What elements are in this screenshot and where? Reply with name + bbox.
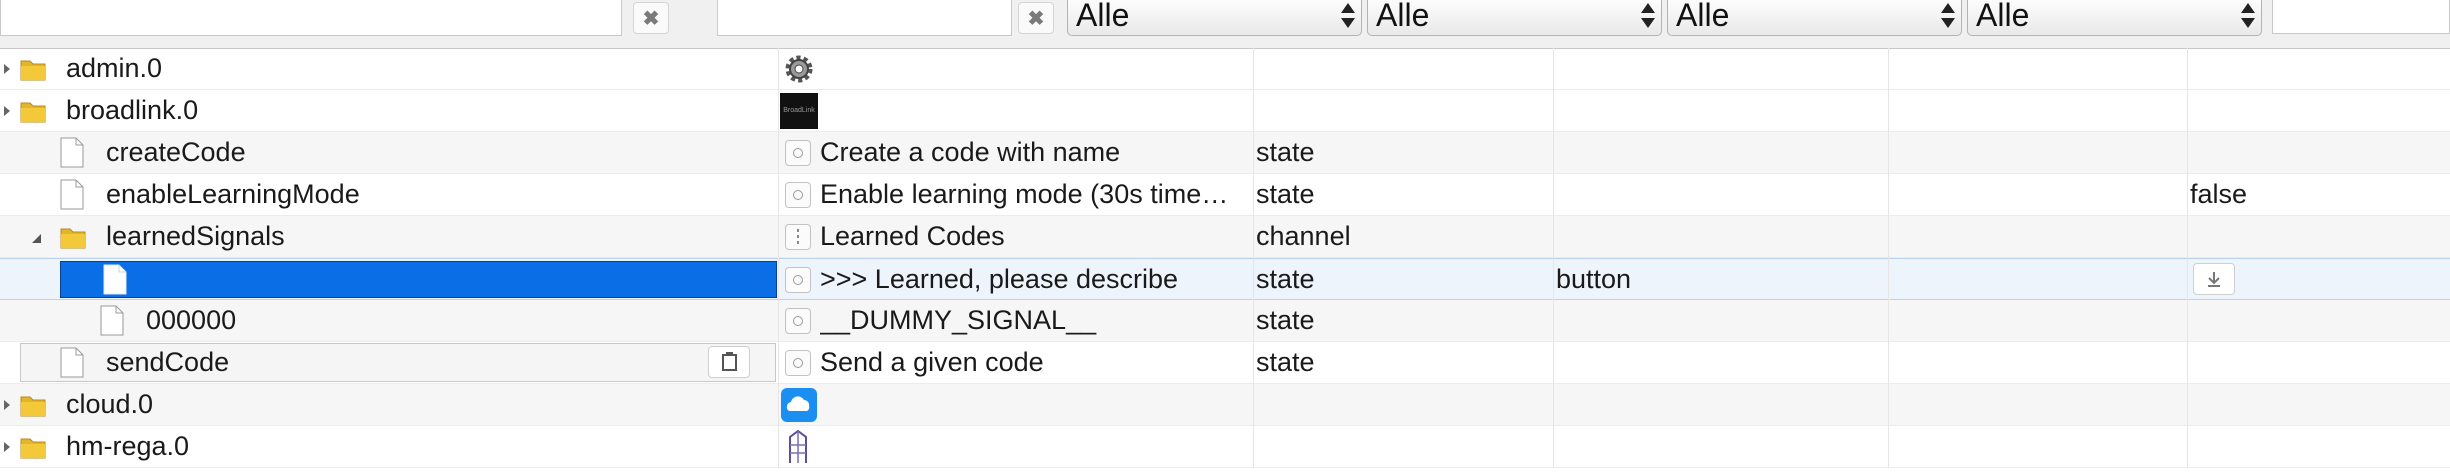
expand-icon[interactable] <box>0 48 20 89</box>
tree-row[interactable]: createCode Create a code with name state <box>0 132 2450 174</box>
object-title: Enable learning mode (30s time… <box>820 179 1229 209</box>
file-icon <box>100 305 124 336</box>
clear-id-filter-button[interactable]: ✖ <box>1018 2 1054 34</box>
object-name: broadlink.0 <box>66 95 199 125</box>
object-title: >>> Learned, please describe <box>820 264 1179 294</box>
clipboard-icon <box>722 352 737 371</box>
object-title: Create a code with name <box>820 137 1121 167</box>
file-icon <box>103 264 127 295</box>
object-title: Learned Codes <box>820 221 1005 251</box>
column-divider[interactable] <box>1253 48 1254 468</box>
column-divider[interactable] <box>2187 48 2188 468</box>
tree-row[interactable]: 000000 __DUMMY_SIGNAL__ state <box>0 300 2450 342</box>
channel-icon <box>785 224 811 250</box>
select-arrows-icon <box>1641 1 1655 31</box>
file-icon <box>60 347 84 378</box>
folder-icon <box>20 102 46 123</box>
state-icon <box>785 182 811 208</box>
name-edit-input[interactable] <box>60 261 777 298</box>
state-icon <box>785 267 811 293</box>
object-name: cloud.0 <box>66 389 154 419</box>
filter-bar: ✖ ✖ Alle Alle Alle Alle <box>0 0 2450 49</box>
state-icon <box>785 140 811 166</box>
state-icon <box>785 350 811 376</box>
object-name: sendCode <box>106 347 230 377</box>
object-type: state <box>1256 264 1315 294</box>
download-button[interactable] <box>2193 263 2235 295</box>
close-icon: ✖ <box>642 7 660 30</box>
expand-icon[interactable] <box>0 90 20 131</box>
object-name: hm-rega.0 <box>66 431 190 461</box>
object-type: state <box>1256 305 1315 335</box>
folder-icon <box>20 396 46 417</box>
object-value[interactable]: false <box>2190 174 2247 215</box>
file-icon <box>60 137 84 168</box>
tree-row[interactable]: admin.0 <box>0 48 2450 90</box>
object-type: channel <box>1256 221 1351 251</box>
id-filter-input[interactable] <box>717 0 1012 36</box>
objects-tree-grid: admin.0 broadlink.0 BroadLink createCode… <box>0 48 2450 468</box>
type-filter-select[interactable]: Alle <box>1067 0 1362 36</box>
column-divider[interactable] <box>1888 48 1889 468</box>
file-icon <box>60 179 84 210</box>
object-title: Send a given code <box>820 347 1044 377</box>
object-name: admin.0 <box>66 53 163 83</box>
state-icon <box>785 308 811 334</box>
copy-button[interactable] <box>708 346 750 378</box>
broadlink-logo-icon: BroadLink <box>780 93 818 129</box>
select-arrows-icon <box>1941 1 1955 31</box>
close-icon: ✖ <box>1027 7 1045 30</box>
tree-row[interactable]: enableLearningMode Enable learning mode … <box>0 174 2450 216</box>
tree-row[interactable]: cloud.0 <box>0 384 2450 426</box>
object-type: state <box>1256 347 1315 377</box>
select-arrows-icon <box>2241 1 2255 31</box>
column-divider[interactable] <box>1553 48 1554 468</box>
object-role: button <box>1556 264 1632 294</box>
folder-icon <box>20 438 46 459</box>
value-filter-input[interactable] <box>2272 0 2450 34</box>
object-name: enableLearningMode <box>106 179 360 209</box>
collapse-icon[interactable] <box>28 216 48 257</box>
object-name: learnedSignals <box>106 221 285 251</box>
object-name: 000000 <box>146 305 237 335</box>
select-arrows-icon <box>1341 1 1355 31</box>
tree-row[interactable]: sendCode Send a given code state <box>0 342 2450 384</box>
expand-icon[interactable] <box>0 426 20 467</box>
expand-icon[interactable] <box>0 384 20 425</box>
tree-row-selected[interactable]: >>> Learned, please describe state butto… <box>0 258 2450 300</box>
role-filter-select[interactable]: Alle <box>1367 0 1662 36</box>
tree-row[interactable]: broadlink.0 BroadLink <box>0 90 2450 132</box>
tree-row[interactable]: hm-rega.0 <box>0 426 2450 468</box>
function-filter-select[interactable]: Alle <box>1967 0 2262 36</box>
cloud-icon <box>781 388 817 422</box>
room-filter-select[interactable]: Alle <box>1667 0 1962 36</box>
folder-icon <box>60 228 86 249</box>
clear-name-filter-button[interactable]: ✖ <box>633 2 669 34</box>
tree-row[interactable]: learnedSignals Learned Codes channel <box>0 216 2450 258</box>
name-filter-input[interactable] <box>0 0 622 36</box>
download-icon <box>2208 272 2220 287</box>
column-divider[interactable] <box>778 48 779 468</box>
object-title: __DUMMY_SIGNAL__ <box>820 305 1097 335</box>
gear-icon <box>785 55 813 83</box>
object-type: state <box>1256 179 1315 209</box>
object-type: state <box>1256 137 1315 167</box>
rega-icon <box>789 429 807 463</box>
folder-icon <box>20 60 46 81</box>
object-name: createCode <box>106 137 246 167</box>
